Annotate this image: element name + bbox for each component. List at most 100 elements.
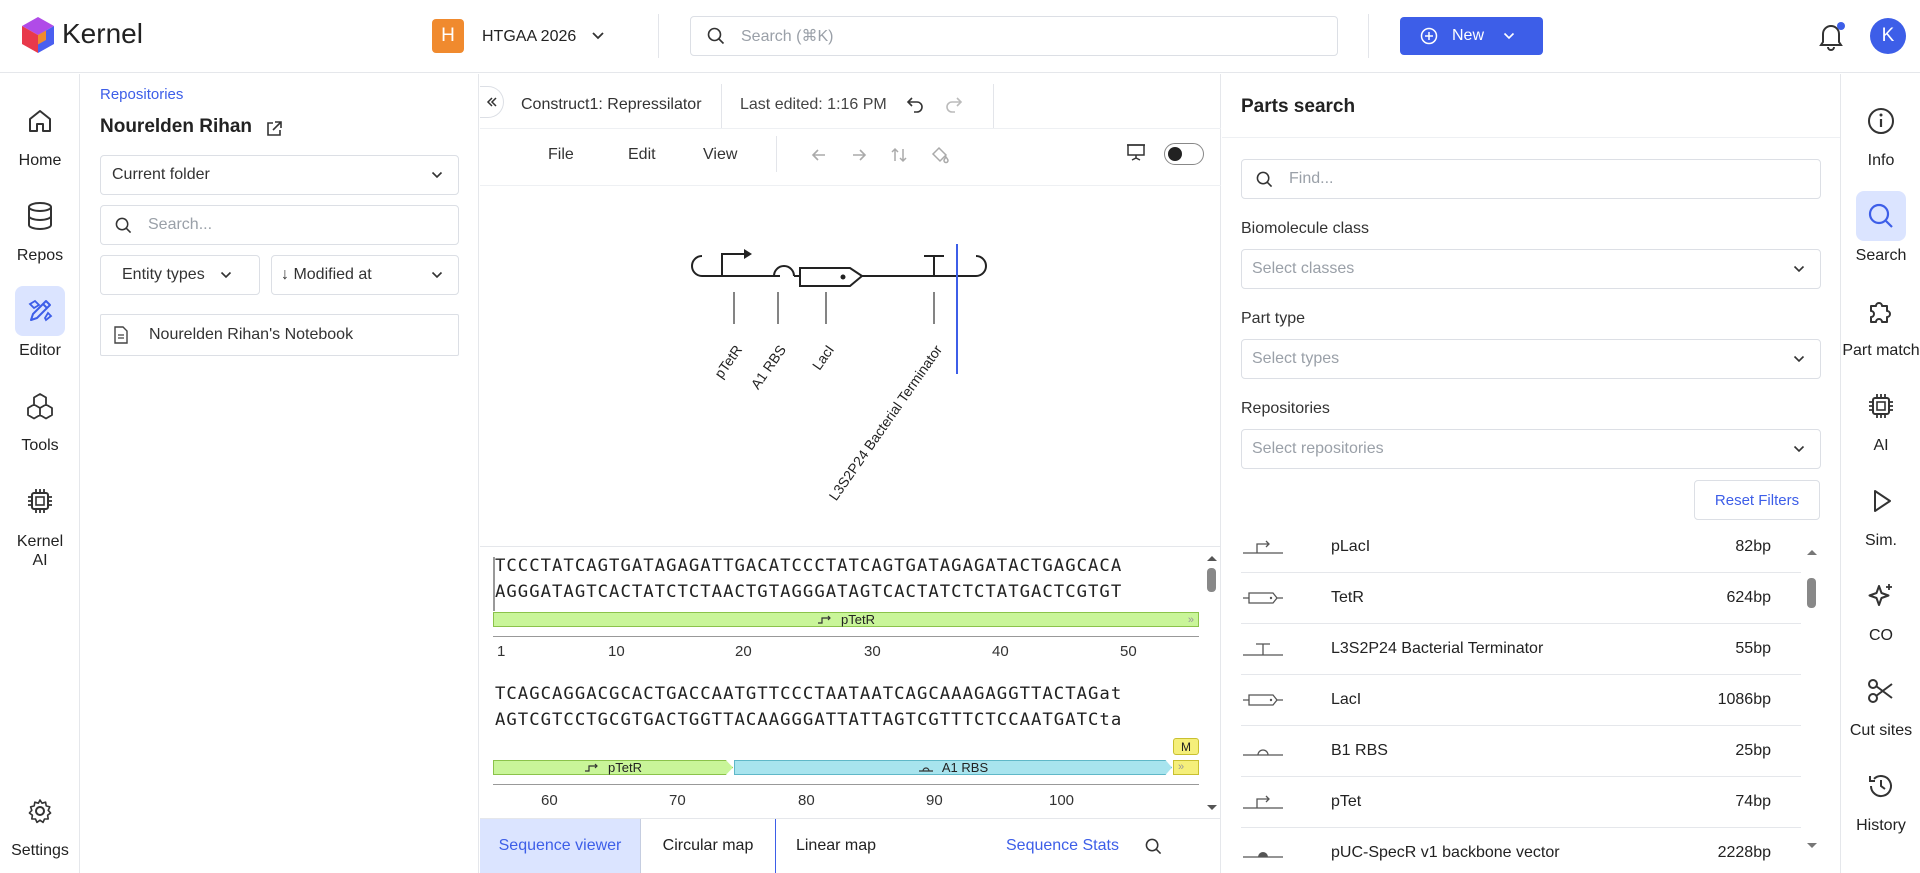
sequence-top-strand[interactable]: TCAGCAGGACGCACTGACCAATGTTCCCTAATAATCAGCA… — [495, 684, 1122, 704]
parts-scrollbar[interactable] — [1807, 578, 1816, 608]
feature-a1-rbs[interactable]: A1 RBS — [734, 760, 1172, 775]
terminator-icon — [1241, 641, 1311, 657]
sequence-top-strand[interactable]: TCCCTATCAGTGATAGAGATTGACATCCCTATCAGTGATA… — [495, 556, 1122, 576]
breadcrumb[interactable]: Repositories — [100, 86, 183, 103]
sequence-bottom-strand[interactable]: AGTCGTCCTGCGTGACTGGTTACAAGGGATTATTAGTCGT… — [495, 710, 1122, 730]
list-item[interactable]: L3S2P24 Bacterial Terminator 55bp — [1241, 624, 1801, 675]
list-item[interactable]: Nourelden Rihan's Notebook — [100, 314, 459, 356]
ruler-line — [493, 629, 1199, 637]
scroll-down-icon[interactable] — [1806, 842, 1818, 850]
new-button-label: New — [1452, 27, 1485, 44]
folder-select[interactable]: Current folder — [100, 155, 459, 195]
nav-home[interactable]: Home — [0, 96, 80, 170]
left-nav-rail: Home Repos Editor Tools Kernel AI Settin… — [0, 74, 80, 873]
repo-search-input[interactable]: Search... — [148, 216, 212, 234]
top-bar: Kernel H HTGAA 2026 Search (⌘K) New K — [0, 0, 1920, 73]
nav-repos[interactable]: Repos — [0, 191, 80, 265]
list-item[interactable]: LacI 1086bp — [1241, 675, 1801, 726]
workspace-avatar[interactable]: H — [432, 19, 464, 53]
workspace-chevron-down-icon[interactable] — [590, 28, 606, 44]
repo-search[interactable]: Search... — [100, 205, 459, 245]
tab-linear-map[interactable]: Linear map — [776, 819, 896, 873]
cds-icon — [1241, 590, 1311, 606]
collapse-panel-button[interactable] — [480, 86, 504, 118]
search-icon — [1856, 191, 1906, 241]
arrow-left-icon[interactable] — [810, 146, 828, 164]
biomolecule-class-select[interactable]: Select classes — [1241, 249, 1821, 289]
global-search[interactable]: Search (⌘K) — [690, 16, 1338, 56]
parts-find[interactable]: Find... — [1241, 159, 1821, 199]
list-item[interactable]: pTet 74bp — [1241, 777, 1801, 828]
right-tool-rail: Info Search Part match AI Sim. CO Cut si… — [1840, 74, 1920, 873]
scroll-up-icon[interactable] — [1806, 548, 1818, 556]
sequence-stats-link[interactable]: Sequence Stats — [1006, 837, 1119, 855]
tool-simulation[interactable]: Sim. — [1841, 476, 1920, 550]
tool-search[interactable]: Search — [1841, 191, 1920, 265]
feature-ptetr[interactable]: pTetR » — [493, 612, 1199, 627]
rbs-icon — [1241, 743, 1311, 759]
scissors-icon — [1856, 666, 1906, 716]
scroll-up-icon[interactable] — [1206, 554, 1218, 562]
entity-types-filter[interactable]: Entity types — [100, 255, 260, 295]
marker-feature[interactable]: M — [1173, 738, 1199, 755]
promoter-icon — [818, 615, 831, 624]
nav-editor[interactable]: Editor — [0, 286, 80, 360]
list-item[interactable]: pUC-SpecR v1 backbone vector 2228bp — [1241, 828, 1801, 873]
bell-icon[interactable] — [1816, 20, 1846, 52]
feature-marker-segment[interactable]: » — [1173, 760, 1199, 775]
repositories-select[interactable]: Select repositories — [1241, 429, 1821, 469]
filter-label-part-type: Part type — [1241, 310, 1306, 327]
editor-icon — [15, 286, 65, 336]
reset-filters-button[interactable]: Reset Filters — [1694, 480, 1820, 520]
redo-icon[interactable] — [945, 95, 963, 113]
tool-ai[interactable]: AI — [1841, 381, 1920, 455]
user-avatar[interactable]: K — [1870, 18, 1906, 54]
double-chevron-left-icon — [486, 97, 497, 107]
presentation-icon[interactable] — [1126, 142, 1146, 162]
sequence-scrollbar[interactable] — [1207, 568, 1216, 592]
list-item[interactable]: B1 RBS 25bp — [1241, 726, 1801, 777]
paint-bucket-icon[interactable] — [930, 146, 950, 164]
scroll-down-icon[interactable] — [1206, 804, 1218, 812]
menu-view[interactable]: View — [703, 146, 737, 164]
gear-icon — [15, 786, 65, 836]
feature-ptetr[interactable]: pTetR — [493, 760, 733, 775]
chevron-down-icon — [1792, 442, 1806, 456]
search-icon — [115, 217, 132, 234]
workspace-name[interactable]: HTGAA 2026 — [482, 28, 576, 46]
nav-tools[interactable]: Tools — [0, 381, 80, 455]
tool-codon-optimization[interactable]: CO — [1841, 571, 1920, 645]
kernel-logo-icon[interactable] — [20, 16, 56, 54]
nav-settings[interactable]: Settings — [0, 786, 80, 860]
list-item[interactable]: pLacI 82bp — [1241, 531, 1801, 573]
tab-circular-map[interactable]: Circular map — [641, 818, 776, 873]
global-search-input[interactable]: Search (⌘K) — [741, 26, 833, 46]
sequence-bottom-strand[interactable]: AGGGATAGTCACTATCTCTAACTGTAGGGATAGTCACTAT… — [495, 582, 1122, 602]
tool-info[interactable]: Info — [1841, 96, 1920, 170]
tool-cut-sites[interactable]: Cut sites — [1841, 666, 1920, 740]
search-icon[interactable] — [1145, 838, 1162, 855]
view-toggle[interactable] — [1164, 143, 1204, 165]
home-icon — [15, 96, 65, 146]
external-link-icon[interactable] — [265, 120, 283, 138]
tool-part-match[interactable]: Part match — [1841, 286, 1920, 360]
parts-find-input[interactable]: Find... — [1289, 170, 1333, 188]
menu-edit[interactable]: Edit — [628, 146, 656, 164]
swap-vertical-icon[interactable] — [890, 146, 908, 164]
repo-owner-title: Nourelden Rihan — [100, 116, 253, 137]
menu-file[interactable]: File — [548, 146, 574, 164]
new-button[interactable]: New — [1400, 17, 1543, 55]
tab-sequence-viewer[interactable]: Sequence viewer — [480, 818, 641, 873]
part-type-select[interactable]: Select types — [1241, 339, 1821, 379]
tool-history[interactable]: History — [1841, 761, 1920, 835]
list-item[interactable]: TetR 624bp — [1241, 573, 1801, 624]
arrow-right-icon[interactable] — [850, 146, 868, 164]
sort-filter[interactable]: ↓ Modified at — [271, 255, 459, 295]
history-icon — [1856, 761, 1906, 811]
cds-icon — [1241, 692, 1311, 708]
undo-icon[interactable] — [906, 95, 924, 113]
sparkle-icon — [1856, 571, 1906, 621]
repository-panel: Repositories Nourelden Rihan Current fol… — [81, 74, 479, 873]
construct-title[interactable]: Construct1: Repressilator — [521, 96, 702, 114]
nav-kernel-ai[interactable]: Kernel AI — [0, 476, 80, 570]
